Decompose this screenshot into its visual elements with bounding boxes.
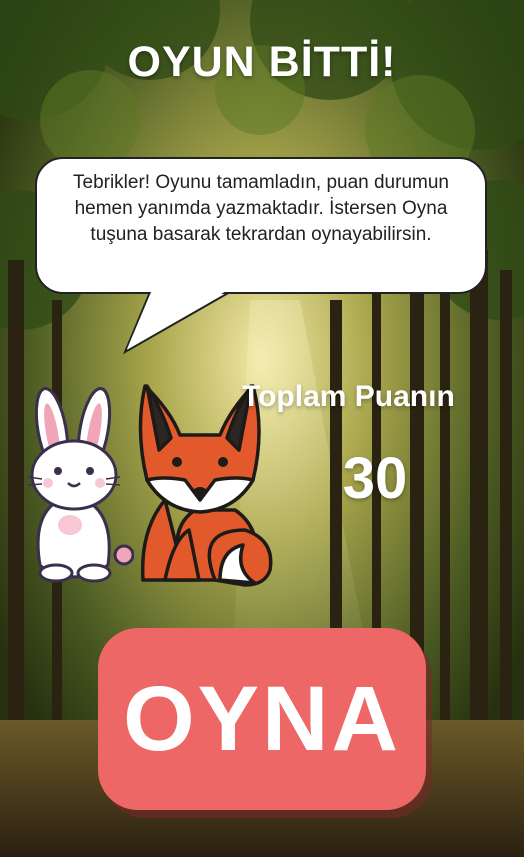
rabbit-character: [27, 387, 134, 583]
total-score-label: Toplam Puanın: [242, 380, 455, 413]
play-button[interactable]: OYNA: [98, 628, 426, 810]
play-button-label: OYNA: [123, 667, 401, 770]
game-over-title: OYUN BİTTİ!: [127, 38, 397, 86]
speech-bubble-message: Tebrikler! Oyunu tamamladın, puan durumu…: [73, 172, 449, 245]
total-score-value: 30: [342, 446, 408, 511]
